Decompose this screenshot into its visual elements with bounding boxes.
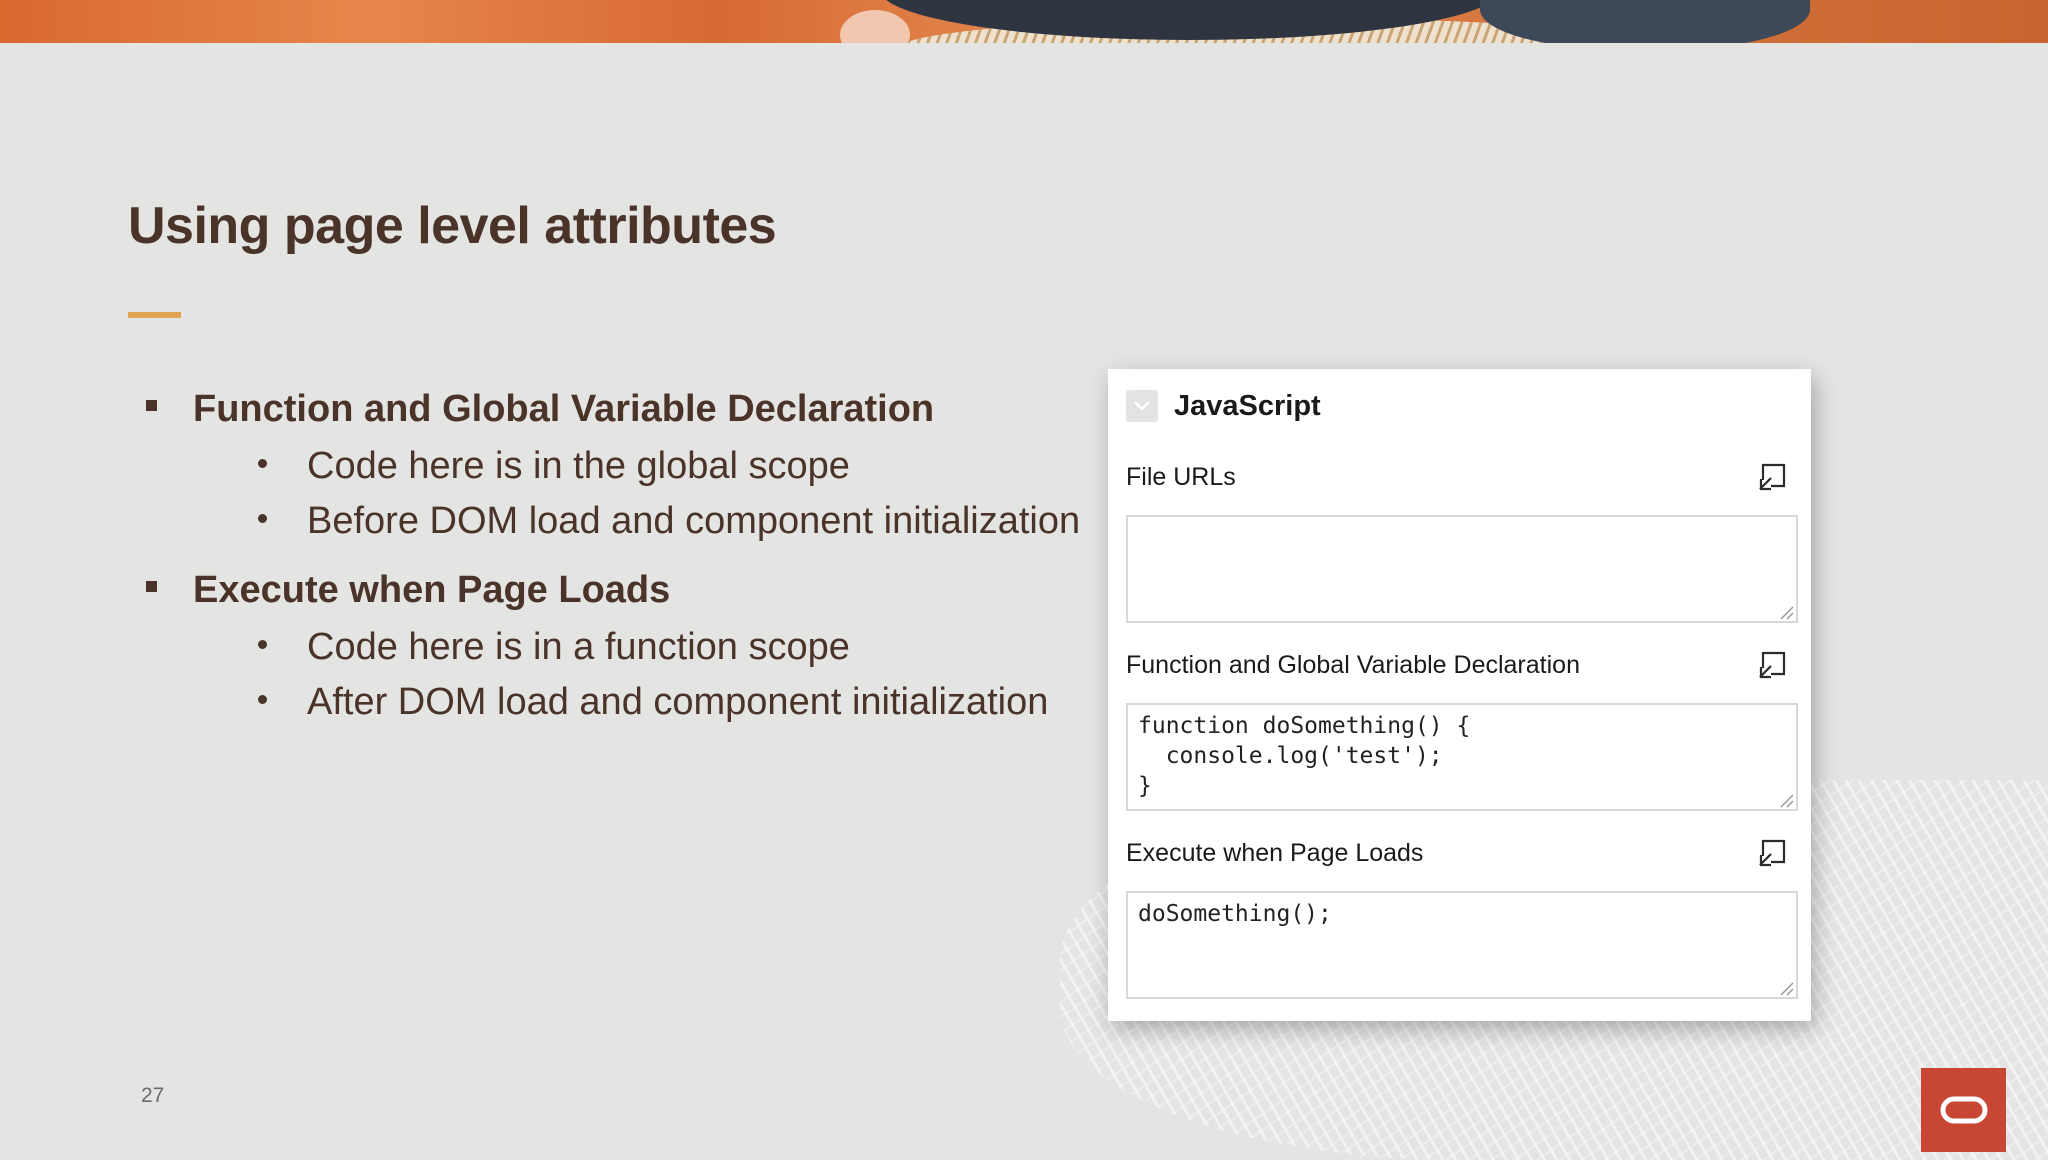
dot-bullet-icon <box>258 514 267 524</box>
oracle-logo <box>1921 1068 2006 1152</box>
function-declaration-textarea[interactable]: function doSomething() { console.log('te… <box>1126 703 1798 811</box>
title-accent-bar <box>128 312 181 318</box>
sub-bullet-text: Code here is in the global scope <box>307 445 850 487</box>
sub-bullet: Code here is in a function scope <box>258 626 850 669</box>
resize-handle-icon[interactable] <box>1779 793 1795 809</box>
bullet-heading: Execute when Page Loads <box>146 569 670 612</box>
chevron-down-icon <box>1134 401 1150 411</box>
expand-button[interactable] <box>1755 836 1789 870</box>
bullet-heading: Function and Global Variable Declaration <box>146 388 934 431</box>
square-bullet-icon <box>146 400 157 412</box>
expand-icon <box>1759 651 1786 679</box>
slide-title: Using page level attributes <box>128 197 777 255</box>
square-bullet-icon <box>146 581 157 593</box>
page-number: 27 <box>141 1084 165 1107</box>
resize-handle-icon[interactable] <box>1779 605 1795 621</box>
dot-bullet-icon <box>258 695 267 705</box>
expand-button[interactable] <box>1755 648 1789 682</box>
decorative-banner <box>0 0 2048 43</box>
expand-button[interactable] <box>1755 460 1789 494</box>
collapse-button[interactable] <box>1126 390 1158 422</box>
dot-bullet-icon <box>258 459 267 469</box>
execute-on-load-textarea[interactable]: doSomething(); <box>1126 891 1798 999</box>
sub-bullet-text: Before DOM load and component initializa… <box>307 500 1081 542</box>
banner-shape <box>1480 0 1810 43</box>
file-urls-textarea[interactable] <box>1126 515 1798 623</box>
bullet-heading-text: Execute when Page Loads <box>193 569 671 611</box>
panel-header: JavaScript <box>1126 387 1321 425</box>
javascript-panel: JavaScript File URLs Function and Global… <box>1108 369 1811 1021</box>
sub-bullet-text: After DOM load and component initializat… <box>307 681 1049 723</box>
dot-bullet-icon <box>258 640 267 650</box>
field-label-function-declaration: Function and Global Variable Declaration <box>1126 651 1580 679</box>
sub-bullet: After DOM load and component initializat… <box>258 681 1048 724</box>
resize-handle-icon[interactable] <box>1779 981 1795 997</box>
panel-title: JavaScript <box>1174 389 1321 422</box>
field-label-file-urls: File URLs <box>1126 463 1236 491</box>
sub-bullet: Before DOM load and component initializa… <box>258 500 1080 543</box>
field-label-execute-on-load: Execute when Page Loads <box>1126 839 1424 867</box>
bullet-heading-text: Function and Global Variable Declaration <box>193 388 935 430</box>
sub-bullet-text: Code here is in a function scope <box>307 626 850 668</box>
banner-shape <box>840 10 910 43</box>
sub-bullet: Code here is in the global scope <box>258 445 850 488</box>
oracle-logo-icon <box>1940 1096 1987 1124</box>
expand-icon <box>1759 839 1786 867</box>
expand-icon <box>1759 463 1786 491</box>
